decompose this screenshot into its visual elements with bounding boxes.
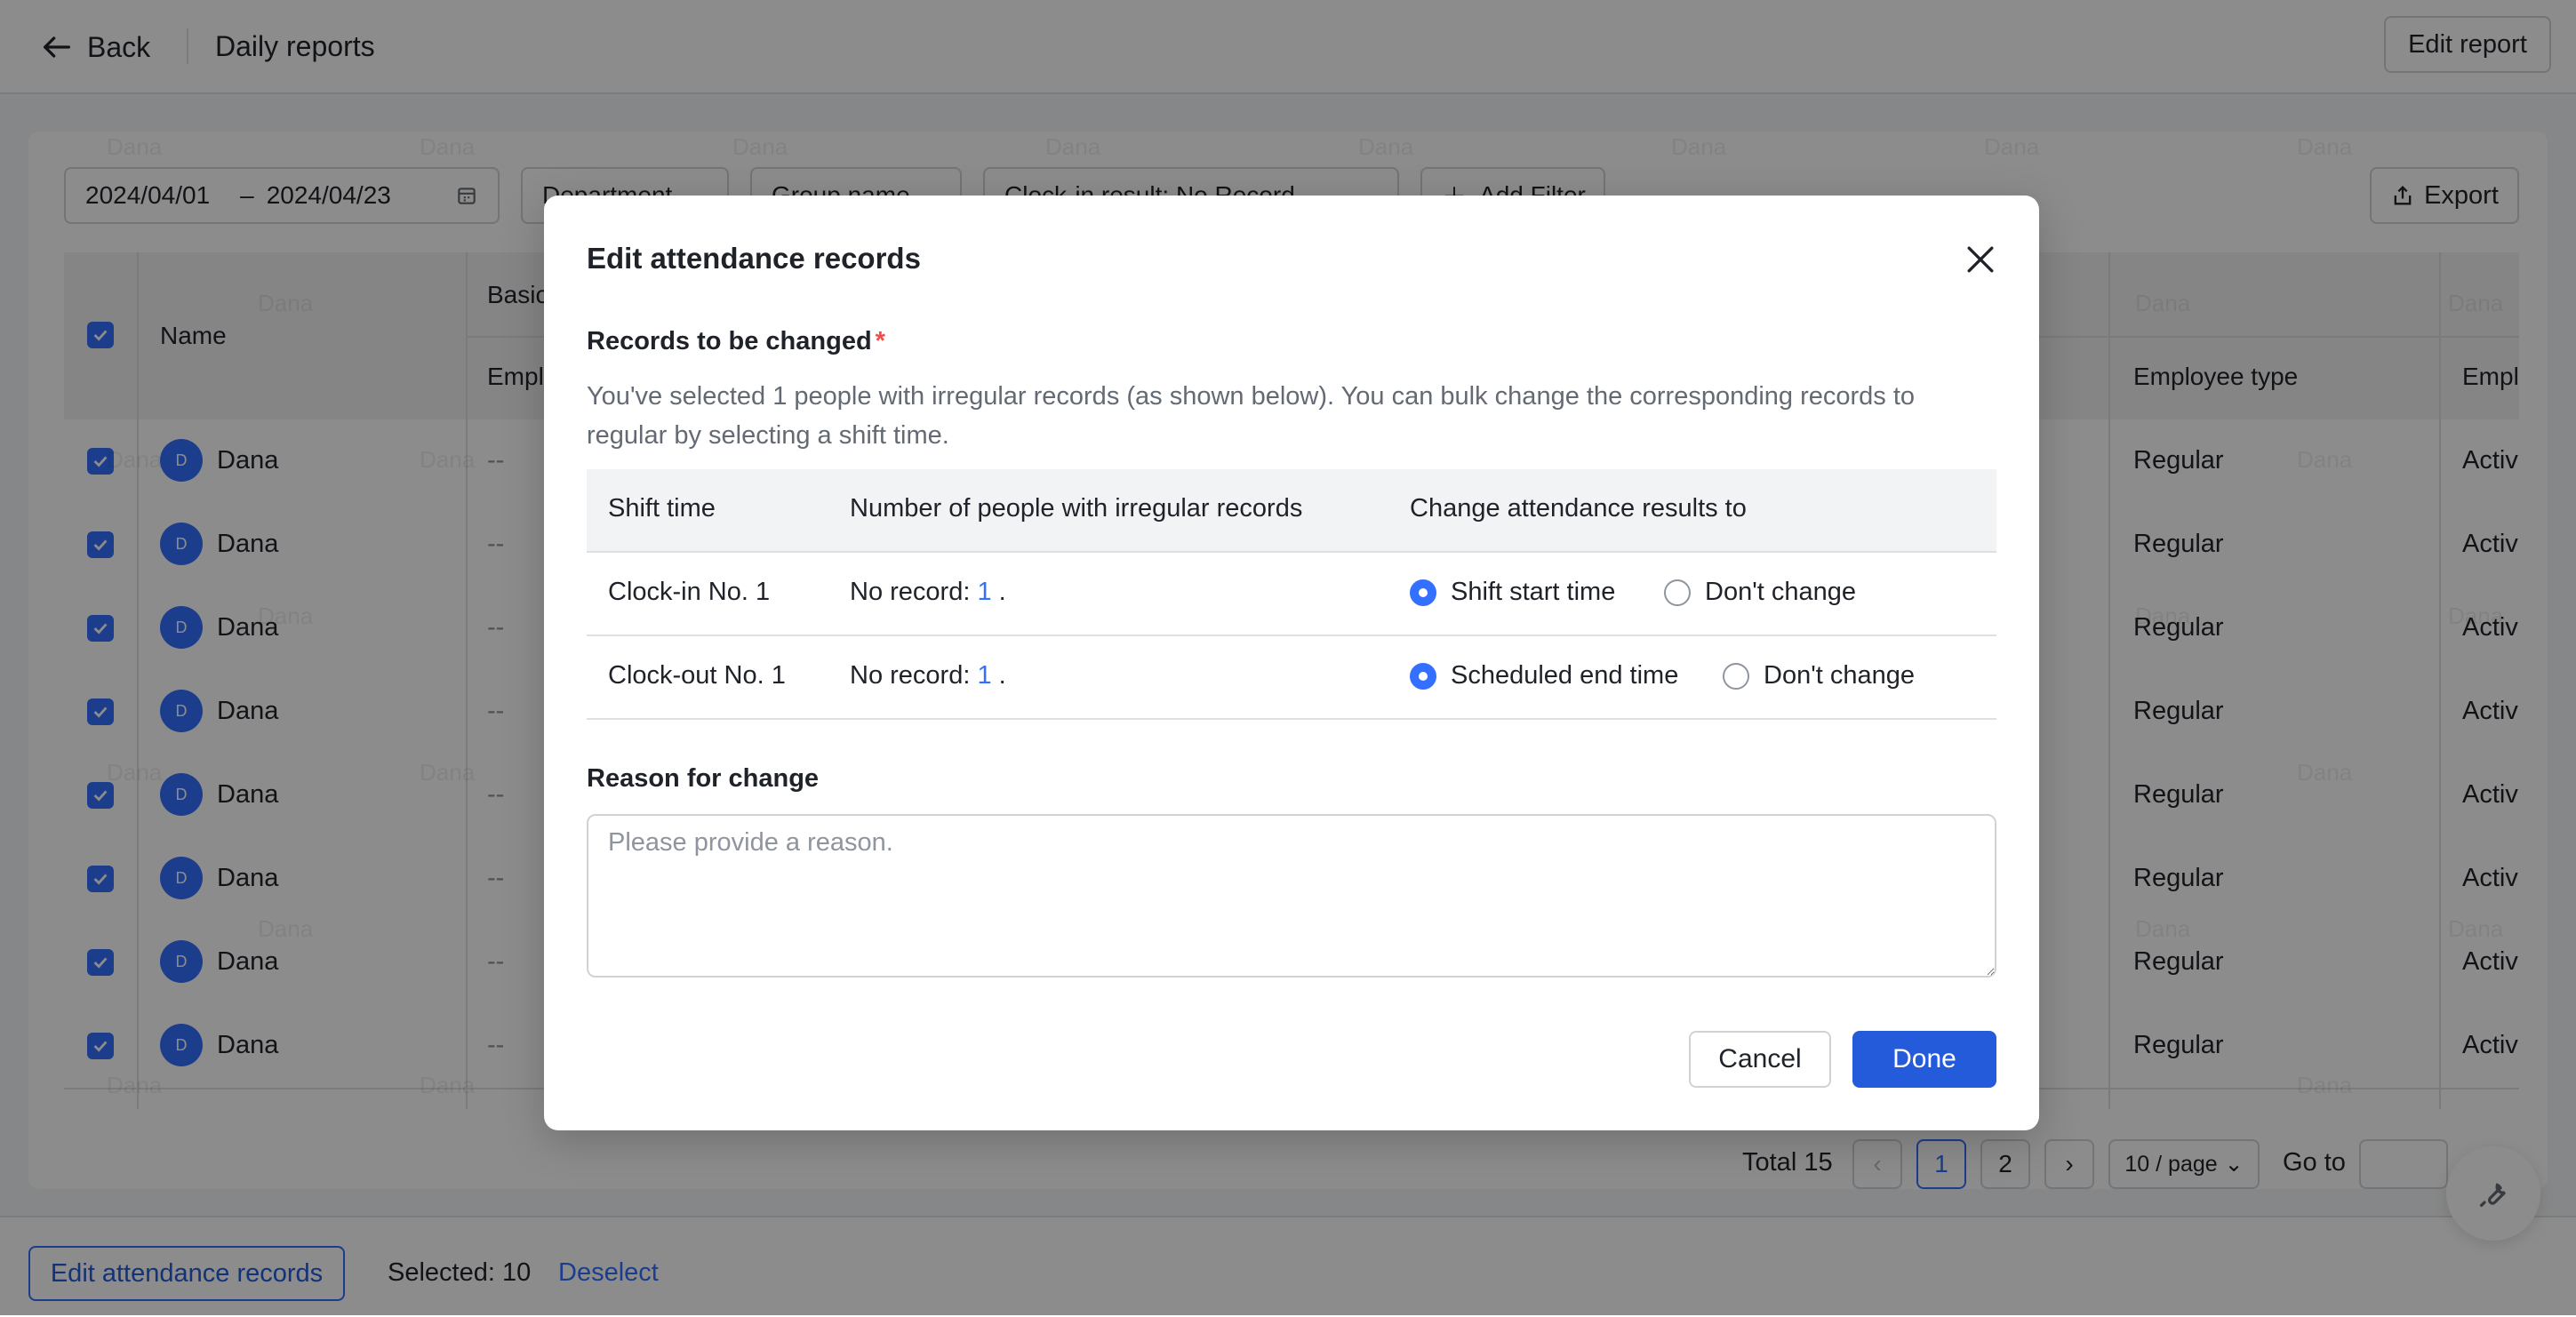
modal-description: You've selected 1 people with irregular …: [587, 382, 1916, 450]
column-header-shift-time: Shift time: [608, 494, 716, 523]
shift-name: Clock-in No. 1: [608, 578, 771, 606]
shift-row-clock-in: Clock-in No. 1 No record: 1 . Shift star…: [587, 553, 1996, 636]
cancel-button[interactable]: Cancel: [1689, 1031, 1831, 1088]
modal-title: Edit attendance records: [587, 242, 921, 275]
records-label: Records to be changed *: [587, 327, 885, 356]
cancel-label: Cancel: [1718, 1044, 1802, 1074]
radio-scheduled-end-time[interactable]: Scheduled end time: [1410, 661, 1678, 690]
radio-label: Don't change: [1764, 661, 1915, 690]
reason-label: Reason for change: [587, 764, 820, 793]
required-mark: *: [875, 327, 885, 355]
count-prefix: No record:: [850, 578, 978, 606]
count-suffix: .: [991, 578, 1006, 606]
radio-label: Shift start time: [1451, 578, 1616, 606]
count-value[interactable]: 1: [977, 578, 991, 606]
radio-shift-start-time[interactable]: Shift start time: [1410, 578, 1615, 607]
radio-label: Scheduled end time: [1451, 661, 1679, 690]
shift-table: Shift time Number of people with irregul…: [587, 469, 1996, 720]
count-value[interactable]: 1: [977, 661, 991, 690]
radio-label: Don't change: [1705, 578, 1856, 606]
edit-attendance-modal: Edit attendance records Records to be ch…: [544, 196, 2039, 1130]
shift-table-header: Shift time Number of people with irregul…: [587, 469, 1996, 553]
column-header-irregular-count: Number of people with irregular records: [850, 494, 1303, 523]
irregular-count: No record: 1 .: [850, 578, 1006, 607]
radio-unselected-icon: [1664, 579, 1691, 606]
count-prefix: No record:: [850, 661, 978, 690]
radio-dont-change[interactable]: Don't change: [1664, 578, 1856, 607]
shift-row-clock-out: Clock-out No. 1 No record: 1 . Scheduled…: [587, 636, 1996, 720]
radio-unselected-icon: [1723, 662, 1749, 690]
radio-selected-icon: [1410, 662, 1436, 690]
radio-selected-icon: [1410, 579, 1436, 606]
records-label-text: Records to be changed: [587, 327, 872, 355]
shift-name: Clock-out No. 1: [608, 661, 786, 690]
done-button[interactable]: Done: [1852, 1031, 1996, 1088]
done-label: Done: [1892, 1044, 1956, 1074]
radio-dont-change[interactable]: Don't change: [1723, 661, 1915, 690]
irregular-count: No record: 1 .: [850, 661, 1006, 690]
reason-textarea[interactable]: [587, 814, 1996, 978]
column-header-change-to: Change attendance results to: [1410, 494, 1747, 523]
close-icon[interactable]: [1961, 240, 2000, 279]
count-suffix: .: [991, 661, 1006, 690]
